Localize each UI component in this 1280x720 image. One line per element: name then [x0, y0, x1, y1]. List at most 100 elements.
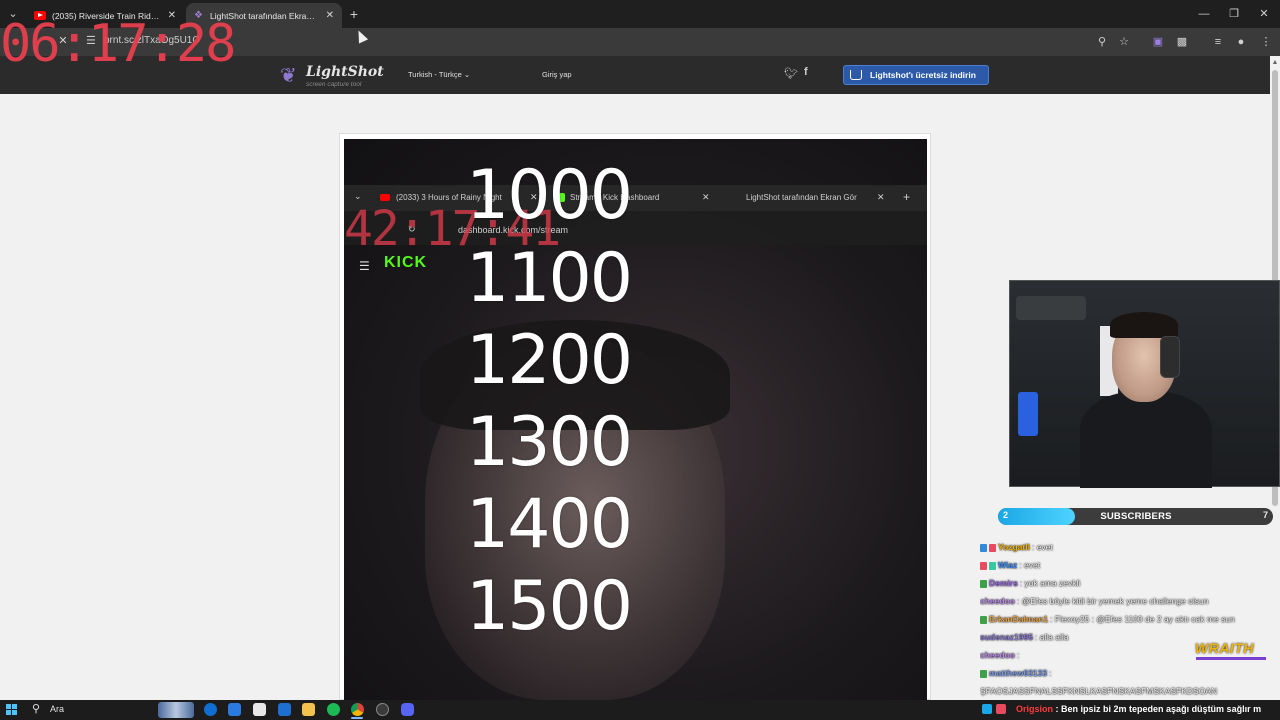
chat-username[interactable]: Demirs — [989, 578, 1018, 588]
stream-chat: Yozgatli: evet Wiaz: evet Demirs: yok ama … — [980, 542, 1280, 700]
profile-icon[interactable]: ● — [1233, 34, 1249, 50]
restore-icon[interactable]: ❐ — [1224, 6, 1244, 22]
chat-message: ŞFAOSJASSFNALSSFKNSLKASFNSKASFMSKASFKDSO… — [980, 686, 1217, 700]
inner-youtube-icon — [380, 194, 390, 201]
active-app-indicator — [351, 717, 363, 719]
chat-text: : alla alla — [1034, 632, 1069, 642]
chat-badge-icon — [980, 615, 987, 624]
download-button[interactable]: Lightshot'ı ücretsiz indirin — [843, 65, 989, 85]
chat-message: Yozgatli: evet — [980, 542, 1053, 557]
menu-icon[interactable]: ⋮ — [1258, 34, 1274, 50]
download-button-label: Lightshot'ı ücretsiz indirin — [870, 70, 976, 80]
obs-icon[interactable] — [376, 703, 389, 716]
new-tab-button[interactable]: + — [346, 5, 362, 23]
login-link[interactable]: Giriş yap — [542, 70, 572, 79]
chat-message: cheedoo: @Efes böyle kitli bir yemek yem… — [980, 596, 1208, 611]
chat-text: : evet — [1019, 560, 1041, 570]
inner-close-icon: ✕ — [877, 192, 885, 202]
copilot-icon[interactable] — [228, 703, 241, 716]
chat-text: : yok ama zevkli — [1019, 578, 1081, 588]
inner-hamburger-icon: ☰ — [359, 259, 370, 273]
ticker-badge-icon — [996, 704, 1006, 714]
chevron-down-icon: ⌄ — [463, 70, 471, 79]
chat-username[interactable]: sudenaz1995 — [980, 632, 1033, 642]
media-control-icon[interactable]: ≡ — [1210, 34, 1226, 50]
download-icon — [850, 70, 862, 80]
inner-tab-title: LightShot tarafından Ekran Gör — [746, 193, 857, 202]
wraith-underline — [1196, 657, 1266, 660]
chat-username[interactable]: cheedoo — [980, 596, 1015, 606]
chat-text: : — [1049, 668, 1052, 678]
chat-message: matthew03133: — [980, 668, 1052, 683]
close-tab-icon[interactable]: ✕ — [326, 10, 334, 21]
windows-start-icon[interactable] — [6, 704, 18, 716]
webcam-person-body — [1080, 392, 1212, 488]
chat-badge-icon — [989, 543, 996, 552]
overlay-number: 1200 — [466, 321, 633, 400]
lightshot-logo[interactable]: LightShot — [306, 64, 384, 80]
overlay-number: 1000 — [466, 156, 633, 235]
chat-text: : — [1016, 650, 1020, 660]
close-window-icon[interactable]: ✕ — [1254, 6, 1274, 22]
subscriber-goal-label: SUBSCRIBERS — [1100, 511, 1172, 522]
stream-timer: 06:17:28 — [0, 14, 236, 74]
chat-text: ŞFAOSJASSFNALSSFKNSLKASFNSKASFMSKASFKDSO… — [980, 686, 1218, 696]
search-icon[interactable]: ⚲ — [32, 702, 40, 715]
overlay-number: 1100 — [466, 239, 633, 318]
extension-icon[interactable]: ▣ — [1150, 34, 1166, 50]
subscriber-goal-target: 7 — [1263, 510, 1269, 520]
inner-new-tab-icon: + — [903, 190, 911, 204]
lightshot-logo-subtitle: screen capture tool — [306, 81, 362, 88]
subscriber-goal-fill — [998, 508, 1075, 525]
chat-message: cheedoo: — [980, 650, 1019, 665]
language-select[interactable]: Turkish - Türkçe ⌄ — [408, 70, 470, 79]
chat-text: : evet — [1031, 542, 1053, 552]
chat-message: sudenaz1995: alla alla — [980, 632, 1068, 647]
calendar-icon[interactable] — [253, 703, 266, 716]
overlay-number: 1500 — [466, 567, 633, 646]
chat-badge-icon — [980, 561, 987, 570]
twitter-icon[interactable]: 🐦︎ — [784, 67, 798, 80]
spotify-icon[interactable] — [327, 703, 340, 716]
wraith-logo: WRAITH — [1195, 640, 1254, 656]
minimize-icon[interactable]: — — [1194, 6, 1214, 22]
chat-badge-icon — [980, 579, 987, 588]
bookmark-star-icon[interactable]: ☆ — [1116, 34, 1132, 50]
webcam-person-hair — [1110, 312, 1178, 338]
overlay-number: 1300 — [466, 403, 633, 482]
chat-badge-icon — [989, 561, 996, 570]
chat-text: : @Efes böyle kitli bir yemek yeme chall… — [1016, 596, 1209, 606]
facebook-icon[interactable]: f — [804, 66, 808, 78]
ticker-message: : Ben ipsiz bi 2m tepeden aşağı düştüm s… — [1055, 704, 1262, 714]
extensions-puzzle-icon[interactable]: ▩ — [1174, 34, 1190, 50]
ticker-badge-icon — [982, 704, 992, 714]
taskbar-search[interactable]: Ara — [50, 704, 64, 714]
ticker-line: Origsion : Ben ipsiz bi 2m tepeden aşağı… — [1016, 704, 1261, 714]
inner-close-icon: ✕ — [702, 192, 710, 202]
chat-message: Wiaz: evet — [980, 560, 1040, 575]
outlook-icon[interactable] — [278, 703, 291, 716]
scroll-up-icon[interactable]: ▲ — [1270, 58, 1280, 68]
edge-icon[interactable] — [204, 703, 217, 716]
chat-text: : Flexoy25 : @Efes 1100 de 2 ay aktı cak… — [1050, 614, 1235, 624]
lightshot-feather-icon: ❦ — [280, 65, 297, 87]
discord-icon[interactable] — [401, 703, 414, 716]
chat-username[interactable]: Yozgatli — [998, 542, 1030, 552]
chat-message: Demirs: yok ama zevkli — [980, 578, 1080, 593]
subscriber-current: 2 — [1003, 510, 1009, 520]
webcam-ac-unit — [1016, 296, 1086, 320]
file-explorer-icon[interactable] — [302, 703, 315, 716]
chrome-icon[interactable] — [351, 703, 364, 716]
chat-username[interactable]: matthew03133 — [989, 668, 1047, 678]
chat-username[interactable]: Wiaz — [998, 560, 1017, 570]
weather-widget-icon[interactable] — [158, 702, 194, 718]
webcam-headset — [1160, 336, 1180, 378]
chat-username[interactable]: cheedoo — [980, 650, 1015, 660]
zoom-icon[interactable]: ⚲ — [1094, 34, 1110, 50]
language-label: Turkish - Türkçe — [408, 70, 462, 79]
ticker-username: Origsion — [1016, 704, 1054, 714]
webcam-blue-light — [1018, 392, 1038, 436]
overlay-number: 1400 — [466, 485, 633, 564]
chat-badge-icon — [980, 543, 987, 552]
chat-username[interactable]: ErkanDalman1 — [989, 614, 1048, 624]
